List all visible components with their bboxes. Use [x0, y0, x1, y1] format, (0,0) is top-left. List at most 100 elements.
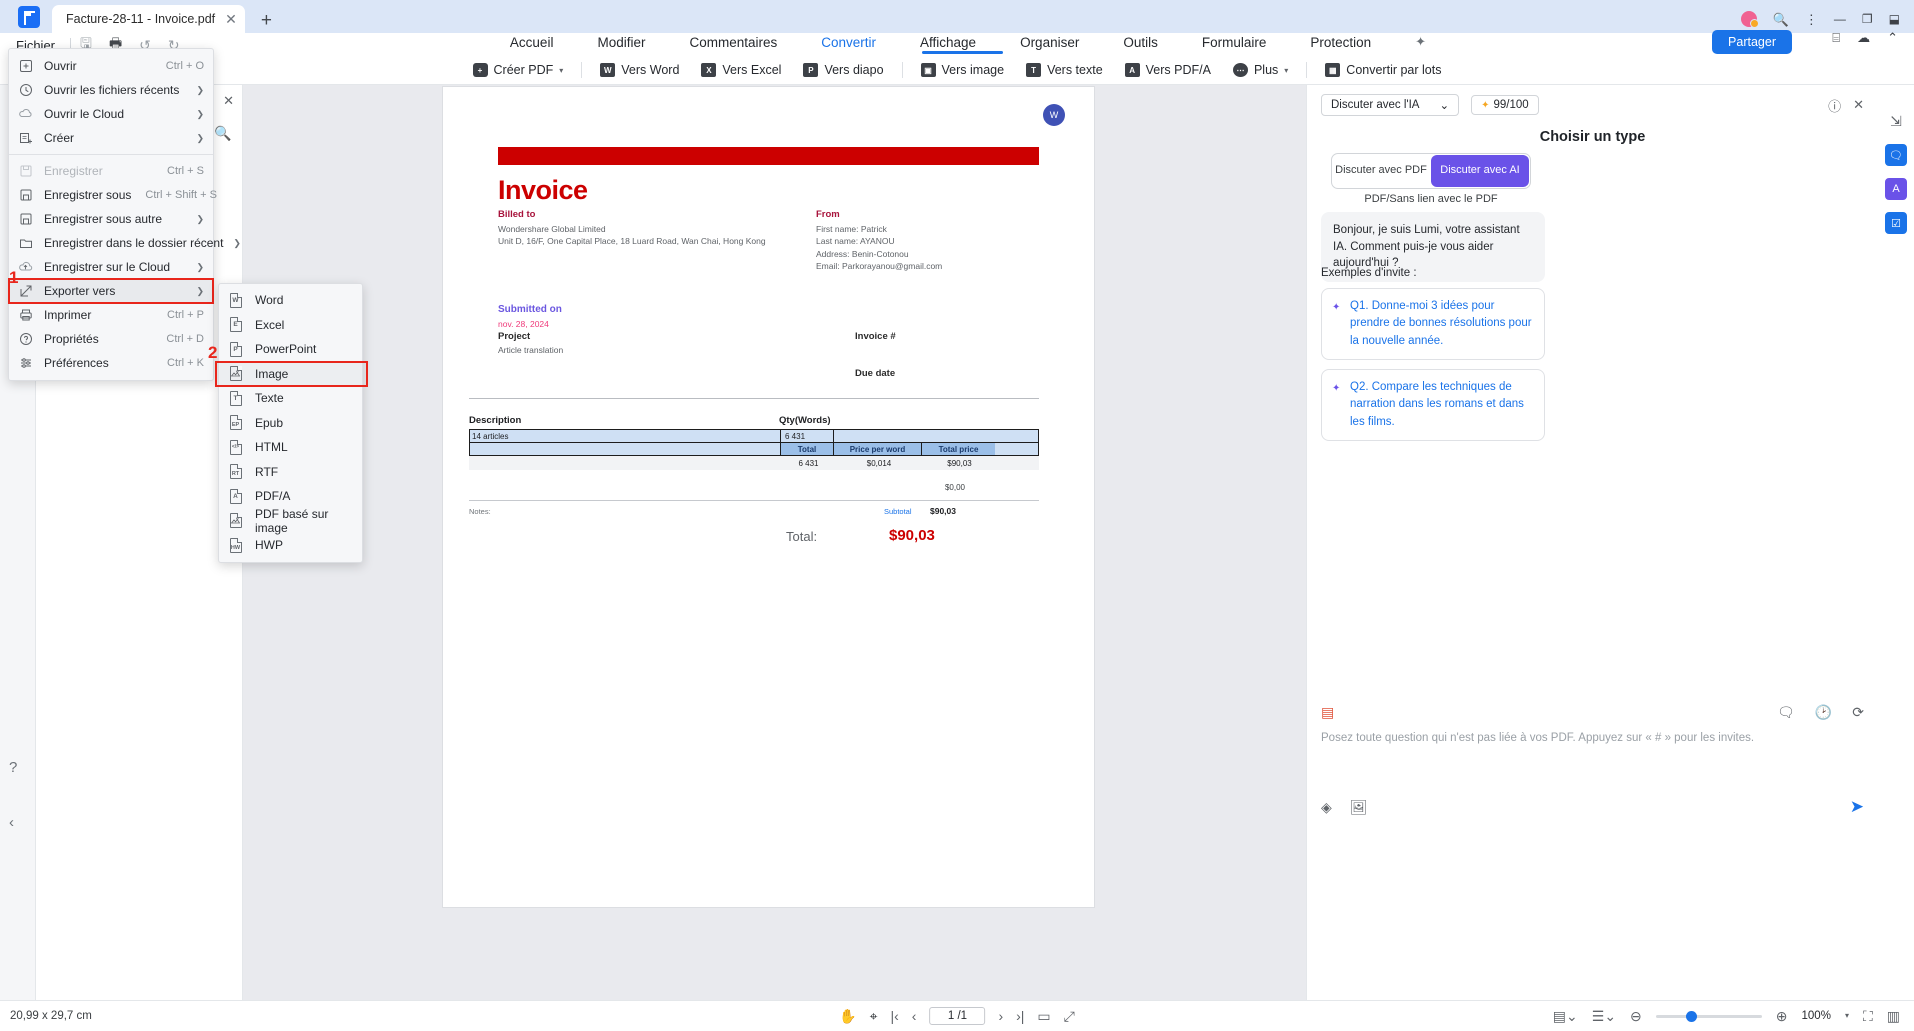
- image-icon[interactable]: 🖼: [1350, 799, 1368, 816]
- chat-icon[interactable]: 🗨: [1777, 704, 1795, 721]
- document-viewer[interactable]: W Invoice Billed to Wondershare Global L…: [243, 85, 1306, 1031]
- fullscreen-icon[interactable]: ⛶: [1863, 1009, 1873, 1023]
- fit-width-icon[interactable]: ⤢: [1064, 1009, 1075, 1023]
- share-button[interactable]: Partager: [1712, 30, 1792, 54]
- pdf-page[interactable]: W Invoice Billed to Wondershare Global L…: [443, 87, 1094, 907]
- location-icon[interactable]: ◈: [1321, 799, 1332, 816]
- menu-item-ouvrir[interactable]: Ouvrir Ctrl + O: [9, 54, 213, 78]
- page-number-input[interactable]: 1 /1: [929, 1007, 986, 1025]
- segment-discuter-avec-ai[interactable]: Discuter avec AI: [1431, 155, 1529, 187]
- tab-commentaires[interactable]: Commentaires: [667, 31, 799, 54]
- tab-convertir[interactable]: Convertir: [799, 31, 898, 54]
- fichier-dropdown-menu[interactable]: Ouvrir Ctrl + O Ouvrir les fichiers réce…: [8, 48, 241, 381]
- zoom-in-icon[interactable]: ⊕: [1776, 1009, 1788, 1023]
- vers-texte-button[interactable]: T Vers texte: [1015, 60, 1114, 80]
- split-view-icon[interactable]: ▥: [1887, 1009, 1900, 1023]
- menu-item-ouvrir-fichiers-recents[interactable]: Ouvrir les fichiers récents ❯: [9, 78, 213, 102]
- ai-mode-select[interactable]: Discuter avec l'IA ⌄: [1321, 94, 1460, 116]
- zoom-out-icon[interactable]: ⊖: [1630, 1009, 1642, 1023]
- menu-item-preferences[interactable]: Préférences Ctrl + K: [9, 351, 213, 375]
- tab-modifier[interactable]: Modifier: [575, 31, 667, 54]
- submenu-item-html[interactable]: </> HTML: [219, 435, 362, 460]
- table-row-selected[interactable]: 14 articles 6 431: [469, 429, 1039, 443]
- convertir-par-lots-button[interactable]: ▦ Convertir par lots: [1314, 60, 1452, 80]
- close-icon[interactable]: ✕: [223, 93, 234, 109]
- ai-credits-badge[interactable]: ✦ 99/100: [1471, 95, 1539, 115]
- submenu-item-pdf-base-sur-image[interactable]: PDF basé sur image: [219, 507, 362, 535]
- menu-item-enregistrer-dossier-recent[interactable]: Enregistrer dans le dossier récent ❯: [9, 231, 241, 255]
- ai-prompt-suggestion-2[interactable]: ✦ Q2. Compare les techniques de narratio…: [1321, 369, 1545, 441]
- help-circle-icon[interactable]: ⓘ: [1828, 96, 1841, 115]
- submenu-item-rtf[interactable]: RT RTF: [219, 460, 362, 485]
- submenu-item-powerpoint[interactable]: P PowerPoint: [219, 337, 362, 362]
- prev-page-icon[interactable]: ‹: [912, 1009, 917, 1023]
- vers-diapo-button[interactable]: P Vers diapo: [792, 60, 894, 80]
- vers-image-button[interactable]: ▣ Vers image: [910, 51, 1016, 80]
- submenu-item-hwp[interactable]: HW HWP: [219, 533, 362, 558]
- menu-item-enregistrer-sur-le-cloud[interactable]: Enregistrer sur le Cloud ❯: [9, 255, 213, 279]
- menu-item-enregistrer-sous[interactable]: Enregistrer sous Ctrl + Shift + S: [9, 183, 217, 207]
- menu-item-proprietes[interactable]: Propriétés Ctrl + D: [9, 327, 213, 351]
- menu-item-imprimer[interactable]: Imprimer Ctrl + P: [9, 303, 213, 327]
- menu-item-creer[interactable]: Créer ❯: [9, 126, 213, 150]
- hand-tool-icon[interactable]: ✋: [839, 1009, 856, 1023]
- tab-outils[interactable]: Outils: [1101, 31, 1180, 54]
- vers-pdfa-button[interactable]: A Vers PDF/A: [1114, 60, 1222, 80]
- last-page-icon[interactable]: ›|: [1016, 1009, 1024, 1023]
- minimize-icon[interactable]: —: [1834, 13, 1846, 25]
- chevron-left-icon[interactable]: ‹: [9, 814, 14, 831]
- submenu-item-pdfa[interactable]: A PDF/A: [219, 484, 362, 509]
- page-layout-icon[interactable]: ▤⌄: [1553, 1009, 1578, 1023]
- zoom-level-value[interactable]: 100%: [1802, 1010, 1831, 1022]
- scroll-mode-icon[interactable]: ☰⌄: [1592, 1009, 1616, 1023]
- submenu-item-word[interactable]: W Word: [219, 288, 362, 313]
- plus-button[interactable]: ⋯ Plus ▾: [1222, 60, 1299, 80]
- submenu-item-image[interactable]: Image: [219, 361, 362, 386]
- exporter-vers-submenu[interactable]: W Word E Excel P PowerPoint Image T Text…: [215, 283, 368, 563]
- tab-accueil[interactable]: Accueil: [488, 31, 576, 54]
- menu-item-enregistrer-sous-autre[interactable]: Enregistrer sous autre ❯: [9, 207, 213, 231]
- segment-discuter-avec-pdf[interactable]: Discuter avec PDF: [1332, 154, 1430, 188]
- vers-excel-button[interactable]: X Vers Excel: [690, 60, 792, 80]
- ai-chat-input[interactable]: Posez toute question qui n'est pas liée …: [1321, 730, 1864, 802]
- more-options-icon[interactable]: ⋮: [1805, 13, 1818, 26]
- submenu-item-texte[interactable]: T Texte: [219, 386, 362, 411]
- ai-prompt-suggestion-1[interactable]: ✦ Q1. Donne-moi 3 idées pour prendre de …: [1321, 288, 1545, 360]
- close-icon[interactable]: ✕: [1853, 97, 1864, 113]
- select-tool-icon[interactable]: ⌖: [870, 1009, 878, 1023]
- menu-item-exporter-vers[interactable]: Exporter vers ❯: [9, 279, 213, 303]
- maximize-icon[interactable]: ❐: [1862, 13, 1873, 25]
- zoom-slider[interactable]: [1655, 1010, 1762, 1022]
- next-page-icon[interactable]: ›: [998, 1009, 1003, 1023]
- book-red-icon[interactable]: ▤: [1321, 704, 1334, 721]
- creer-pdf-button[interactable]: + Créer PDF ▾: [462, 60, 575, 80]
- ai-sparkle-icon[interactable]: ✦: [1415, 34, 1426, 50]
- restore-icon[interactable]: ⬓: [1889, 13, 1900, 25]
- chevron-down-icon[interactable]: ▾: [1845, 1012, 1849, 1020]
- collapse-ribbon-icon[interactable]: ⌃: [1887, 31, 1898, 44]
- zoom-slider-knob[interactable]: [1685, 1010, 1697, 1022]
- panel-toggle-icon[interactable]: ⇲: [1885, 110, 1907, 132]
- chat-bubble-icon[interactable]: 🗨: [1885, 144, 1907, 166]
- send-icon[interactable]: ➤: [1850, 797, 1864, 817]
- refresh-icon[interactable]: ⟳: [1852, 704, 1864, 721]
- single-page-view-icon[interactable]: ▭: [1037, 1009, 1050, 1023]
- submenu-item-epub[interactable]: EP Epub: [219, 411, 362, 436]
- history-icon[interactable]: 🕑: [1815, 704, 1832, 721]
- tab-formulaire[interactable]: Formulaire: [1180, 31, 1289, 54]
- search-icon[interactable]: 🔍: [1773, 13, 1789, 26]
- user-avatar[interactable]: [1740, 11, 1759, 28]
- checklist-icon[interactable]: ☑: [1885, 212, 1907, 234]
- submenu-item-excel[interactable]: E Excel: [219, 313, 362, 338]
- cloud-icon[interactable]: ☁: [1857, 31, 1870, 44]
- bookmark-icon[interactable]: ⌸: [1832, 31, 1840, 44]
- ai-assistant-icon[interactable]: A: [1885, 178, 1907, 200]
- tab-protection[interactable]: Protection: [1288, 31, 1393, 54]
- tab-organiser[interactable]: Organiser: [998, 31, 1101, 54]
- menu-item-ouvrir-le-cloud[interactable]: Ouvrir le Cloud ❯: [9, 102, 213, 126]
- vers-word-button[interactable]: W Vers Word: [589, 60, 690, 80]
- search-icon[interactable]: 🔍: [214, 125, 231, 142]
- close-icon[interactable]: ✕: [225, 12, 237, 26]
- help-circle-icon[interactable]: ?: [9, 759, 17, 776]
- first-page-icon[interactable]: |‹: [890, 1009, 898, 1023]
